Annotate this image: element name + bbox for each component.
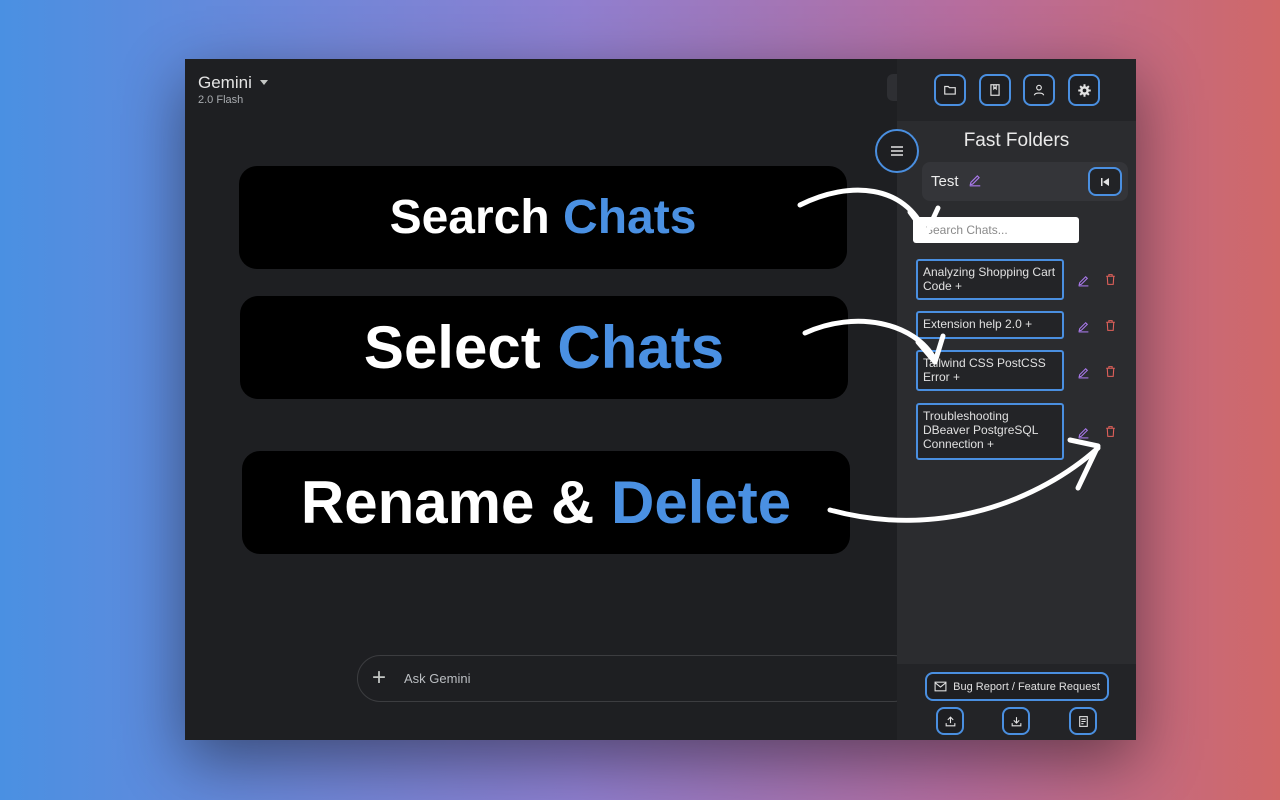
promo-word: Select: [363, 314, 541, 381]
hamburger-icon: [891, 146, 903, 156]
model-selector[interactable]: Gemini: [198, 73, 268, 93]
user-button[interactable]: [1023, 74, 1055, 106]
caret-down-icon: [259, 80, 268, 85]
gemini-window: Gemini 2.0 Flash Search Chats Select Cha…: [185, 59, 1136, 740]
folder-button[interactable]: [934, 74, 966, 106]
promo-banner-search: Search Chats: [239, 166, 847, 269]
settings-button[interactable]: [1068, 74, 1100, 106]
notes-button[interactable]: [1069, 707, 1097, 735]
mail-icon: [934, 681, 947, 692]
edit-icon[interactable]: [1075, 364, 1091, 380]
promo-banner-rename-delete: Rename & Delete: [242, 451, 850, 554]
chat-item[interactable]: Tailwind CSS PostCSS Error +: [916, 350, 1064, 391]
export-button[interactable]: [936, 707, 964, 735]
panel-title: Fast Folders: [963, 130, 1070, 151]
trash-icon[interactable]: [1102, 363, 1118, 379]
folder-icon: [944, 85, 956, 95]
promo-accent: Delete: [611, 469, 792, 536]
chat-item[interactable]: Analyzing Shopping Cart Code +: [916, 259, 1064, 300]
prompt-placeholder: Ask Gemini: [404, 671, 471, 686]
panel-footer: Bug Report / Feature Request: [897, 664, 1136, 740]
model-version: 2.0 Flash: [198, 94, 244, 106]
promo-banner-select: Select Chats: [240, 296, 848, 399]
settings-icon: [1077, 83, 1091, 97]
fast-folders-panel: Fast Folders Test Analyzing Shopping Car…: [897, 59, 1136, 740]
app-title: Gemini: [198, 73, 252, 92]
document-icon: [1078, 715, 1088, 727]
pencil-icon[interactable]: [968, 173, 982, 192]
prompt-input[interactable]: + Ask Gemini: [357, 655, 917, 702]
promo-word: Rename &: [300, 469, 595, 536]
folder-header[interactable]: Test: [922, 162, 1128, 201]
folder-name: Test: [931, 173, 959, 190]
promo-word: Search: [389, 191, 550, 244]
chat-item[interactable]: Troubleshooting DBeaver PostgreSQL Conne…: [916, 403, 1064, 460]
panel-toolbar: [897, 59, 1136, 121]
edit-icon[interactable]: [1075, 424, 1091, 440]
trash-icon[interactable]: [1102, 271, 1118, 287]
plus-icon[interactable]: +: [372, 665, 386, 691]
promo-accent: Chats: [563, 191, 697, 244]
chat-item[interactable]: Extension help 2.0 +: [916, 311, 1064, 339]
import-button[interactable]: [1002, 707, 1030, 735]
bug-report-label: Bug Report / Feature Request: [953, 680, 1100, 693]
collapse-folder-button[interactable]: [1088, 167, 1122, 196]
trash-icon[interactable]: [1102, 423, 1118, 439]
bookmark-icon: [990, 84, 1000, 96]
skip-back-icon: [1101, 177, 1109, 186]
download-icon: [1011, 716, 1021, 726]
menu-toggle-button[interactable]: [875, 129, 919, 173]
search-chats-input[interactable]: [913, 217, 1079, 243]
promo-accent: Chats: [557, 314, 725, 381]
edit-icon[interactable]: [1075, 272, 1091, 288]
trash-icon[interactable]: [1102, 317, 1118, 333]
upload-icon: [945, 715, 955, 726]
edit-icon[interactable]: [1075, 318, 1091, 334]
bug-report-button[interactable]: Bug Report / Feature Request: [925, 672, 1109, 701]
bookmark-button[interactable]: [979, 74, 1011, 106]
user-icon: [1033, 84, 1045, 96]
